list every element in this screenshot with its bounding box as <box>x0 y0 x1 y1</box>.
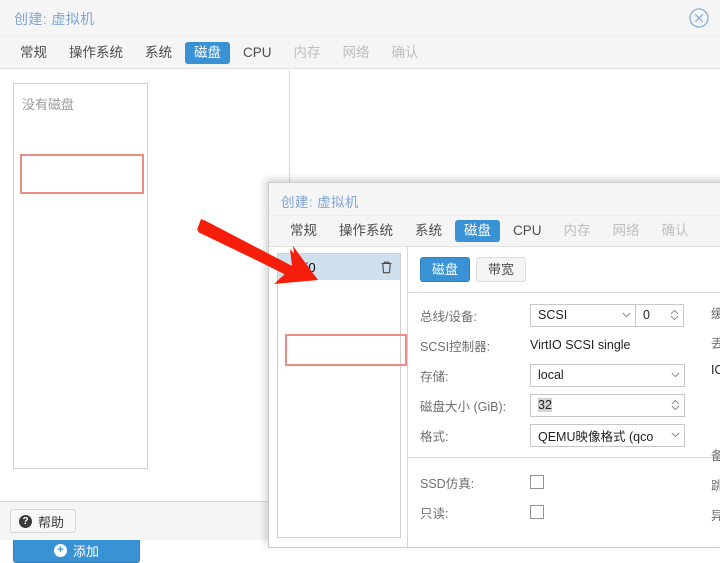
async-label: 异步 <box>711 505 720 535</box>
trash-icon[interactable] <box>380 260 393 274</box>
device-number-stepper[interactable]: 0 <box>636 303 684 327</box>
read-only-checkbox[interactable] <box>530 505 544 519</box>
backup-label: 备份 <box>711 445 720 475</box>
list-item[interactable]: scsi0 <box>278 254 400 280</box>
add-button-label: 添加 <box>72 544 99 559</box>
io-label: IO <box>711 363 720 377</box>
inner-tab-memory: 内存 <box>563 223 591 238</box>
add-disk-button[interactable]: + 添加 <box>13 538 140 563</box>
inner-tab-disks[interactable]: 磁盘 <box>455 220 500 242</box>
chevron-down-icon <box>671 432 680 438</box>
dialog-title-bar: 创建: 虚拟机 <box>0 0 720 37</box>
field-row-ssd-emulation: SSD仿真: <box>420 470 720 494</box>
inner-tab-confirm: 确认 <box>661 223 689 238</box>
chevron-down-icon <box>671 372 680 378</box>
add-disk-dialog: 创建: 虚拟机 常规 操作系统 系统 磁盘 CPU 内存 网络 确认 scsi0 <box>268 182 720 548</box>
subtab-bandwidth[interactable]: 带宽 <box>476 257 527 282</box>
inner-tab-general[interactable]: 常规 <box>281 220 326 242</box>
disk-size-value: 32 <box>538 398 665 412</box>
field-row-read-only: 只读: <box>420 500 720 524</box>
inner-tab-system[interactable]: 系统 <box>406 220 451 242</box>
format-select[interactable]: QEMU映像格式 (qco <box>530 423 685 447</box>
disk-item-label: scsi0 <box>286 259 316 275</box>
form-divider-bottom <box>408 457 720 458</box>
scsi-controller-value: VirtIO SCSI single <box>530 338 631 352</box>
field-row-format: 格式: QEMU映像格式 (qco <box>420 423 720 447</box>
field-row-bus-device: 总线/设备: SCSI 0 <box>420 303 720 327</box>
stepper-arrows-icon <box>670 309 679 321</box>
disk-size-input[interactable]: 32 <box>530 393 685 417</box>
form-divider-top <box>408 292 720 293</box>
inner-tab-bar: 常规 操作系统 系统 磁盘 CPU 内存 网络 确认 <box>269 216 720 247</box>
read-only-label: 只读: <box>420 506 449 521</box>
inner-page-title: 创建: 虚拟机 <box>281 195 359 210</box>
disk-size-value-text: 32 <box>538 398 552 412</box>
bus-select[interactable]: SCSI <box>530 303 636 327</box>
outer-dialog-footer: ? 帮助 <box>0 502 290 540</box>
cache-label: 缓存 <box>711 303 720 333</box>
bus-device-label: 总线/设备: <box>420 309 477 324</box>
plus-circle-icon: + <box>53 544 67 557</box>
skip-label: 跳过 <box>711 475 720 505</box>
tab-memory: 内存 <box>293 44 321 60</box>
help-button-label: 帮助 <box>38 514 65 530</box>
tab-general[interactable]: 常规 <box>11 42 56 64</box>
disk-list[interactable]: 没有磁盘 <box>13 83 148 469</box>
outer-tab-bar: 常规 操作系统 系统 磁盘 CPU 内存 网络 确认 <box>0 37 720 69</box>
inner-form-panel: 磁盘 带宽 总线/设备: SCSI 0 SCSI控制器: VirtIO SCSI… <box>408 247 720 547</box>
chevron-down-icon <box>622 312 631 318</box>
format-label: 格式: <box>420 429 449 444</box>
field-row-storage: 存储: local <box>420 363 720 387</box>
tab-confirm: 确认 <box>391 44 419 60</box>
outer-left-panel: 没有磁盘 + 添加 <box>0 70 290 563</box>
bus-device-controls: SCSI 0 <box>530 303 684 327</box>
disk-size-label: 磁盘大小 (GiB): <box>420 399 507 414</box>
ssd-emulation-label: SSD仿真: <box>420 476 475 491</box>
clipped-right-column: 缓存 丢弃 IO 备份 跳过 异步 <box>711 303 720 535</box>
scsi-controller-label: SCSI控制器: <box>420 339 491 354</box>
storage-select[interactable]: local <box>530 363 685 387</box>
tab-cpu[interactable]: CPU <box>234 42 281 64</box>
inner-tab-os[interactable]: 操作系统 <box>330 220 402 242</box>
subtab-disk[interactable]: 磁盘 <box>420 257 471 282</box>
close-icon[interactable] <box>688 7 710 29</box>
inner-dialog-title-bar: 创建: 虚拟机 <box>269 183 720 216</box>
tab-system[interactable]: 系统 <box>136 42 181 64</box>
field-row-scsi-controller: SCSI控制器: VirtIO SCSI single <box>420 333 720 357</box>
device-number-value: 0 <box>643 308 650 322</box>
inner-tab-cpu[interactable]: CPU <box>504 220 551 242</box>
stepper-arrows-icon <box>671 399 680 411</box>
bus-select-value: SCSI <box>538 308 568 322</box>
disk-form: 总线/设备: SCSI 0 SCSI控制器: VirtIO SCSI singl… <box>408 303 720 524</box>
question-circle-icon: ? <box>19 514 32 528</box>
disk-list-empty-text: 没有磁盘 <box>22 97 75 112</box>
page-title: 创建: 虚拟机 <box>14 11 95 27</box>
tab-disks[interactable]: 磁盘 <box>185 41 230 64</box>
field-row-disk-size: 磁盘大小 (GiB): 32 <box>420 393 720 417</box>
inner-left-panel: scsi0 <box>269 247 408 547</box>
tab-os[interactable]: 操作系统 <box>60 42 132 64</box>
format-select-value: QEMU映像格式 (qco <box>538 429 654 444</box>
discard-label: 丢弃 <box>711 333 720 363</box>
ssd-emulation-checkbox[interactable] <box>530 475 544 489</box>
tab-network: 网络 <box>342 44 370 60</box>
storage-label: 存储: <box>420 369 449 384</box>
storage-select-value: local <box>538 368 564 382</box>
inner-dialog-body: scsi0 磁盘 带宽 总线/设备: SCSI 0 SCSI控制器: VirtI… <box>269 247 720 547</box>
disk-subtab-bar: 磁盘 带宽 <box>420 257 720 282</box>
help-button[interactable]: ? 帮助 <box>10 509 77 533</box>
inner-tab-network: 网络 <box>612 223 640 238</box>
inner-disk-list[interactable]: scsi0 <box>277 253 401 538</box>
